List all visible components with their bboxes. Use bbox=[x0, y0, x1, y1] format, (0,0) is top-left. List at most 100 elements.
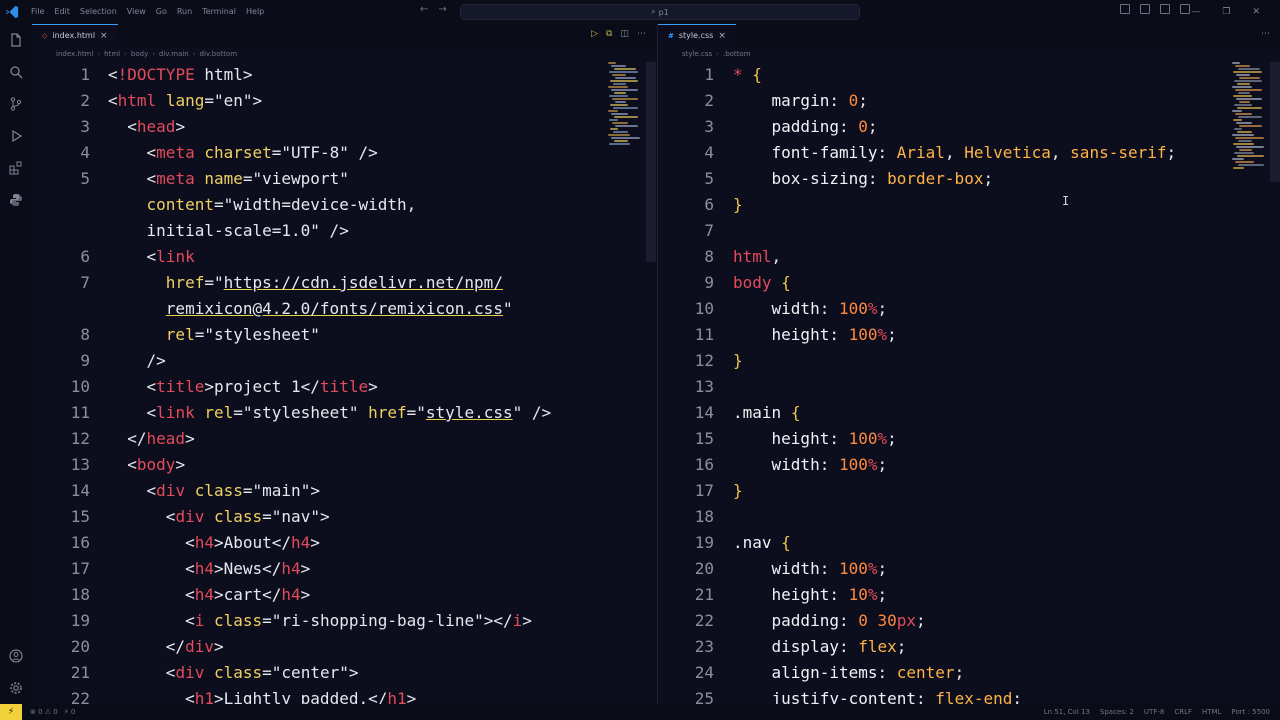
run-debug-icon[interactable] bbox=[0, 120, 32, 152]
python-icon[interactable] bbox=[0, 184, 32, 216]
back-arrow-icon[interactable]: ← bbox=[420, 4, 428, 15]
breadcrumb-item[interactable]: div.main bbox=[159, 50, 189, 58]
code-line[interactable]: 19 .nav { bbox=[658, 530, 1280, 556]
minimize-icon[interactable]: — bbox=[1191, 0, 1200, 24]
code-line[interactable]: 10 width: 100%; bbox=[658, 296, 1280, 322]
menu-selection[interactable]: Selection bbox=[75, 0, 122, 24]
line-ending[interactable]: CRLF bbox=[1174, 708, 1192, 716]
more-actions-icon[interactable]: ⋯ bbox=[637, 29, 646, 39]
code-line[interactable]: 3 <head> bbox=[32, 114, 656, 140]
code-line[interactable]: 25 justify-content: flex-end; bbox=[658, 686, 1280, 704]
problems-indicator[interactable]: ⊗ 0 ⚠ 0 bbox=[30, 708, 58, 716]
restore-icon[interactable]: ❐ bbox=[1222, 0, 1230, 24]
menu-edit[interactable]: Edit bbox=[49, 0, 75, 24]
code-line[interactable]: 8 html, bbox=[658, 244, 1280, 270]
code-editor-html[interactable]: 1 <!DOCTYPE html> 2 <html lang="en"> 3 <head… bbox=[32, 62, 656, 704]
menu-help[interactable]: Help bbox=[241, 0, 269, 24]
breadcrumb-item[interactable]: index.html bbox=[56, 50, 93, 58]
code-line[interactable]: 4 <meta charset="UTF-8" /> bbox=[32, 140, 656, 166]
ports-indicator[interactable]: ⚡ 0 bbox=[64, 708, 76, 716]
minimap[interactable] bbox=[608, 62, 642, 172]
code-line[interactable]: 12 </head> bbox=[32, 426, 656, 452]
live-server-port[interactable]: Port : 5500 bbox=[1232, 708, 1271, 716]
code-line[interactable]: 22 padding: 0 30px; bbox=[658, 608, 1280, 634]
code-line[interactable]: 4 font-family: Arial, Helvetica, sans-se… bbox=[658, 140, 1280, 166]
language-mode[interactable]: HTML bbox=[1202, 708, 1221, 716]
code-line[interactable]: 1 <!DOCTYPE html> bbox=[32, 62, 656, 88]
code-line[interactable]: 1 * { bbox=[658, 62, 1280, 88]
tab-index-html[interactable]: ◇ index.html × bbox=[32, 24, 118, 46]
breadcrumb-item[interactable]: html bbox=[104, 50, 120, 58]
code-editor-css[interactable]: 1 * {2 margin: 0; 3 padding: 0; 4 font-fami… bbox=[658, 62, 1280, 704]
forward-arrow-icon[interactable]: → bbox=[438, 4, 446, 15]
code-line[interactable]: 24 align-items: center; bbox=[658, 660, 1280, 686]
code-line[interactable]: 20 width: 100%; bbox=[658, 556, 1280, 582]
code-line[interactable]: 11 height: 100%; bbox=[658, 322, 1280, 348]
code-line[interactable]: 8 rel="stylesheet" bbox=[32, 322, 656, 348]
code-line[interactable]: 18 <h4>cart</h4> bbox=[32, 582, 656, 608]
close-tab-icon[interactable]: × bbox=[100, 31, 108, 41]
more-actions-icon[interactable]: ⋯ bbox=[1261, 29, 1270, 39]
code-line[interactable]: 9 body { bbox=[658, 270, 1280, 296]
code-line[interactable]: 15 <div class="nav"> bbox=[32, 504, 656, 530]
menu-run[interactable]: Run bbox=[172, 0, 197, 24]
code-line[interactable]: 16 width: 100%; bbox=[658, 452, 1280, 478]
code-line[interactable]: initial-scale=1.0" /> bbox=[32, 218, 656, 244]
code-line[interactable]: content="width=device-width, bbox=[32, 192, 656, 218]
code-line[interactable]: 3 padding: 0; bbox=[658, 114, 1280, 140]
code-line[interactable]: 19 <i class="ri-shopping-bag-line"></i> bbox=[32, 608, 656, 634]
toggle-panel-icon[interactable] bbox=[1140, 4, 1150, 14]
search-icon[interactable] bbox=[0, 56, 32, 88]
code-line[interactable]: 12} bbox=[658, 348, 1280, 374]
vertical-scrollbar[interactable] bbox=[1270, 62, 1280, 182]
code-line[interactable]: 22 <h1>Lightly padded.</h1> bbox=[32, 686, 656, 704]
tab-style-css[interactable]: # style.css × bbox=[658, 24, 736, 46]
settings-gear-icon[interactable] bbox=[0, 672, 32, 704]
code-line[interactable]: 11 <link rel="stylesheet" href="style.cs… bbox=[32, 400, 656, 426]
code-line[interactable]: 18 bbox=[658, 504, 1280, 530]
code-line[interactable]: 16 <h4>About</h4> bbox=[32, 530, 656, 556]
code-line[interactable]: 13 <body> bbox=[32, 452, 656, 478]
code-line[interactable]: 15 height: 100%; bbox=[658, 426, 1280, 452]
customize-layout-icon[interactable] bbox=[1180, 4, 1190, 14]
menu-go[interactable]: Go bbox=[151, 0, 172, 24]
menu-terminal[interactable]: Terminal bbox=[197, 0, 241, 24]
breadcrumb-item[interactable]: body bbox=[131, 50, 148, 58]
code-line[interactable]: 2 <html lang="en"> bbox=[32, 88, 656, 114]
code-line[interactable]: remixicon@4.2.0/fonts/remixicon.css" bbox=[32, 296, 656, 322]
source-control-icon[interactable] bbox=[0, 88, 32, 120]
breadcrumb-item[interactable]: style.css bbox=[682, 50, 712, 58]
code-line[interactable]: 20 </div> bbox=[32, 634, 656, 660]
vertical-scrollbar[interactable] bbox=[646, 62, 656, 262]
code-line[interactable]: 7 bbox=[658, 218, 1280, 244]
toggle-secondary-sidebar-icon[interactable] bbox=[1160, 4, 1170, 14]
code-line[interactable]: 17 <h4>News</h4> bbox=[32, 556, 656, 582]
command-center-search[interactable]: ⌕ p1 bbox=[460, 4, 860, 20]
account-icon[interactable] bbox=[0, 640, 32, 672]
code-line[interactable]: 7 href="https://cdn.jsdelivr.net/npm/ bbox=[32, 270, 656, 296]
code-line[interactable]: 5 box-sizing: border-box; bbox=[658, 166, 1280, 192]
code-line[interactable]: 6} bbox=[658, 192, 1280, 218]
code-line[interactable]: 17} bbox=[658, 478, 1280, 504]
preview-icon[interactable]: ⧉ bbox=[606, 29, 612, 39]
code-line[interactable]: 9 /> bbox=[32, 348, 656, 374]
extensions-icon[interactable] bbox=[0, 152, 32, 184]
code-line[interactable]: 13 bbox=[658, 374, 1280, 400]
close-tab-icon[interactable]: × bbox=[718, 31, 726, 41]
code-line[interactable]: 21 <div class="center"> bbox=[32, 660, 656, 686]
code-line[interactable]: 14 <div class="main"> bbox=[32, 478, 656, 504]
code-line[interactable]: 14 .main { bbox=[658, 400, 1280, 426]
cursor-position[interactable]: Ln 51, Col 13 bbox=[1044, 708, 1090, 716]
breadcrumb-item[interactable]: div.bottom bbox=[200, 50, 238, 58]
code-line[interactable]: 5 <meta name="viewport" bbox=[32, 166, 656, 192]
code-line[interactable]: 2 margin: 0; bbox=[658, 88, 1280, 114]
split-editor-icon[interactable]: ◫ bbox=[620, 29, 629, 39]
breadcrumb-item[interactable]: .bottom bbox=[723, 50, 751, 58]
toggle-primary-sidebar-icon[interactable] bbox=[1120, 4, 1130, 14]
code-line[interactable]: 10 <title>project 1</title> bbox=[32, 374, 656, 400]
minimap[interactable] bbox=[1232, 62, 1266, 172]
run-icon[interactable]: ▷ bbox=[591, 29, 598, 39]
code-line[interactable]: 6 <link bbox=[32, 244, 656, 270]
encoding[interactable]: UTF-8 bbox=[1144, 708, 1164, 716]
remote-indicator-icon[interactable]: ⚡ bbox=[0, 704, 22, 720]
